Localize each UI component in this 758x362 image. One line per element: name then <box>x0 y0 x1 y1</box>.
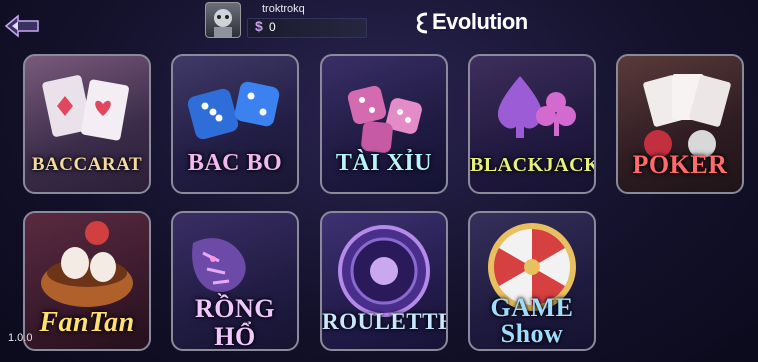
game-tile-tai-xiu[interactable]: TÀI XỈU <box>320 54 448 194</box>
game-label: GAME Show <box>490 293 574 348</box>
game-label: BLACKJACK <box>470 154 596 176</box>
currency-symbol: $ <box>255 18 263 34</box>
game-tile-bac-bo[interactable]: BAC BO <box>171 54 299 194</box>
provider-name: Evolution <box>432 9 528 34</box>
user-panel: troktrokq $ 0 <box>205 2 367 38</box>
game-tile-poker[interactable]: POKER <box>616 54 744 194</box>
game-tile-blackjack[interactable]: BLACKJACK <box>468 54 596 194</box>
evolution-logo-icon <box>416 12 428 34</box>
game-tile-roulette[interactable]: ROULETTE <box>320 211 448 351</box>
game-label: BACCARAT <box>31 154 143 175</box>
username: troktrokq <box>262 3 305 15</box>
game-label: FanTan <box>39 307 135 338</box>
back-button[interactable] <box>4 14 42 38</box>
game-label: TÀI XỈU <box>335 150 433 176</box>
avatar-icon <box>214 9 232 37</box>
avatar[interactable] <box>205 2 241 38</box>
game-label: BAC BO <box>187 150 283 176</box>
back-arrow-icon <box>4 14 39 38</box>
game-label: RỒNG HỔ <box>195 294 275 351</box>
balance-value: 0 <box>269 20 276 34</box>
game-tile-rong-ho[interactable]: RỒNG HỔ <box>171 211 299 351</box>
game-tile-fan-tan[interactable]: FanTan <box>23 211 151 351</box>
game-label: ROULETTE <box>322 309 448 334</box>
game-tile-game-show[interactable]: GAME Show <box>468 211 596 351</box>
balance-box <box>247 18 367 38</box>
version-label: 1.0.0 <box>8 332 33 344</box>
game-tile-baccarat[interactable]: BACCARAT <box>23 54 151 194</box>
game-label: POKER <box>632 150 728 179</box>
